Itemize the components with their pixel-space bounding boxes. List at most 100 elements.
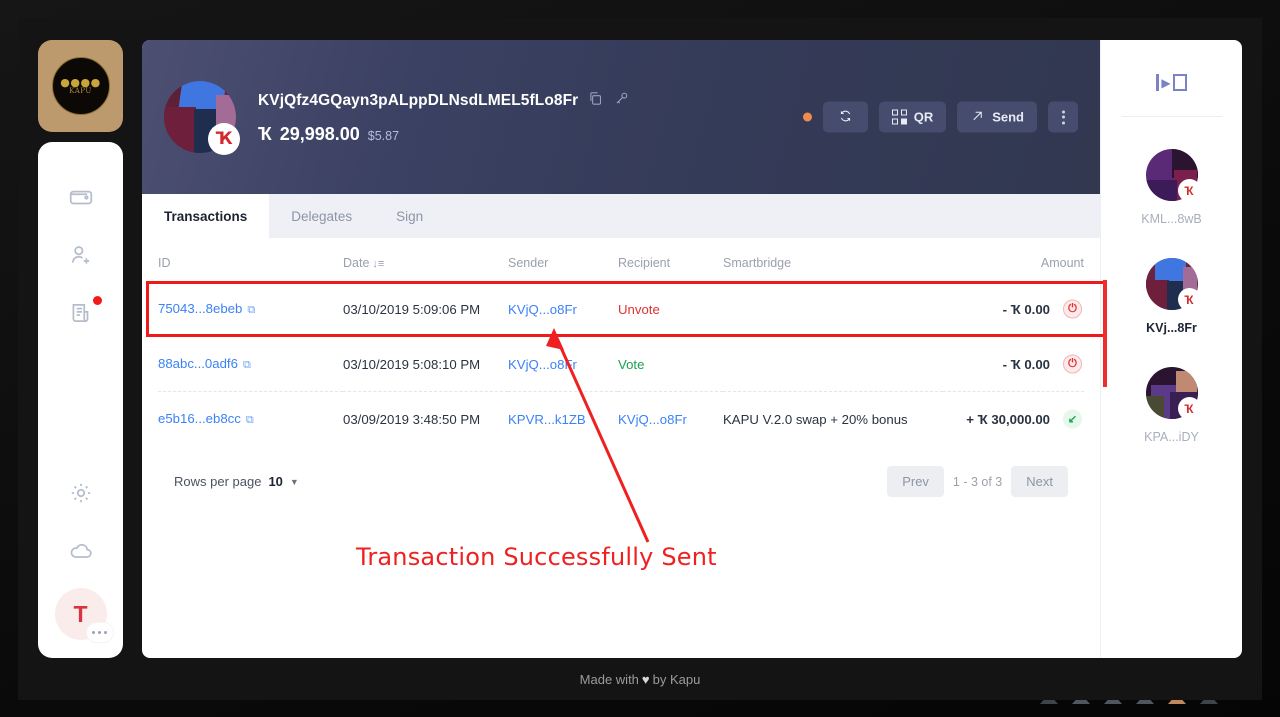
sidebar-item-settings[interactable] — [58, 472, 104, 518]
cell-sender[interactable]: KPVR...k1ZB — [508, 391, 618, 446]
column-header-sender[interactable]: Sender — [508, 238, 618, 282]
profile-initial: T — [73, 600, 88, 627]
sidebar-item-add-contact[interactable] — [58, 234, 104, 280]
cell-amount: - Ҡ 0.00 ⏻ — [943, 336, 1084, 392]
wallet-actions: QR Send — [803, 101, 1078, 133]
left-sidebar-panel: T — [38, 142, 123, 658]
cell-sender[interactable]: KVjQ...o8Fr — [508, 336, 618, 392]
qr-button-label: QR — [913, 109, 934, 125]
wallet-list-item-label: KPA...iDY — [1144, 430, 1199, 444]
rows-per-page-selector[interactable]: Rows per page 10 ▼ — [174, 474, 299, 489]
wallet-list-item[interactable]: Ҡ KPA...iDY — [1144, 367, 1201, 444]
annotation-vertical-line — [1103, 280, 1107, 387]
transaction-id: 75043...8ebeb — [158, 301, 243, 316]
status-indicator-dot — [803, 112, 813, 122]
table-row[interactable]: 88abc...0adf6 ⧉ 03/10/2019 5:08:10 PM KVj… — [158, 336, 1084, 392]
table-head: ID Date ↓≡ Sender Recipient Smartbridge A… — [158, 238, 1084, 282]
annotation-text: Transaction Successfully Sent — [356, 543, 717, 571]
transactions-table-wrapper: ID Date ↓≡ Sender Recipient Smartbridge A… — [142, 238, 1100, 497]
left-sidebar: ●●●● KAPU T — [38, 40, 123, 658]
avatar: Ҡ — [1145, 258, 1201, 311]
kapu-coin-badge-icon: Ҡ — [1177, 397, 1201, 420]
gear-icon — [68, 480, 94, 511]
column-header-date[interactable]: Date ↓≡ — [343, 238, 508, 282]
avatar: Ҡ — [1145, 149, 1201, 202]
column-header-smartbridge[interactable]: Smartbridge — [723, 238, 943, 282]
chevron-down-icon: ▼ — [289, 476, 299, 487]
app-window: ●●●● KAPU T Ҡ KVjQfz4GQayn3pALppDLNsdLME… — [18, 18, 1262, 700]
right-sidebar: ▶ Ҡ KML...8wB Ҡ KVj...8Fr Ҡ KPA...iDY — [1100, 40, 1242, 658]
send-button[interactable]: Send — [957, 101, 1037, 133]
external-link-icon[interactable]: ⧉ — [243, 359, 251, 371]
cell-sender[interactable]: KVjQ...o8Fr — [508, 282, 618, 337]
heart-icon: ♥ — [641, 671, 650, 687]
column-header-recipient[interactable]: Recipient — [618, 238, 723, 282]
cell-id[interactable]: 88abc...0adf6 ⧉ — [158, 336, 343, 392]
wallet-balance-row: Ҡ 29,998.00 $5.87 — [258, 124, 630, 145]
wallet-avatar: Ҡ — [164, 81, 240, 155]
tab-delegates[interactable]: Delegates — [269, 194, 374, 238]
wallet-balance-symbol: Ҡ — [258, 123, 272, 144]
copy-icon[interactable] — [587, 90, 604, 112]
send-button-label: Send — [992, 109, 1024, 125]
profile-avatar[interactable]: T — [54, 588, 113, 642]
collapse-sidebar-icon[interactable]: ▶ — [1156, 74, 1187, 91]
pagination-controls: Prev 1 - 3 of 3 Next — [887, 466, 1068, 497]
logo-subtext: KAPU — [69, 87, 92, 96]
external-link-icon[interactable]: ⧉ — [246, 414, 254, 426]
column-header-date-label: Date — [343, 256, 370, 270]
screen: ●●●● KAPU T Ҡ KVjQfz4GQayn3pALppDLNsdLME… — [0, 0, 1280, 717]
kapu-coin-badge-icon: Ҡ — [1177, 179, 1201, 202]
divider — [1121, 116, 1222, 117]
table-body: 75043...8ebeb ⧉ 03/10/2019 5:09:06 PM KVj… — [158, 282, 1084, 446]
next-page-button[interactable]: Next — [1011, 466, 1068, 497]
column-header-id[interactable]: ID — [158, 238, 343, 282]
cloud-icon — [68, 538, 94, 569]
sidebar-item-news[interactable] — [58, 292, 104, 338]
pagination-range: 1 - 3 of 3 — [952, 474, 1003, 489]
wallet-list-item[interactable]: Ҡ KVj...8Fr — [1145, 258, 1201, 335]
sidebar-item-wallets[interactable] — [58, 176, 104, 222]
cell-id[interactable]: 75043...8ebeb ⧉ — [158, 282, 343, 337]
cell-recipient[interactable]: KVjQ...o8Fr — [618, 391, 723, 446]
table-row[interactable]: 75043...8ebeb ⧉ 03/10/2019 5:09:06 PM KVj… — [158, 282, 1084, 337]
cell-recipient[interactable]: Unvote — [618, 282, 723, 337]
kapu-coin-badge-icon: Ҡ — [208, 123, 240, 155]
cell-recipient[interactable]: Vote — [618, 336, 723, 392]
wallet-list-item[interactable]: Ҡ KML...8wB — [1141, 149, 1202, 226]
qr-button[interactable]: QR — [879, 101, 947, 133]
footer-suffix: by Kapu — [652, 671, 701, 687]
cell-amount: + Ҡ 30,000.00 ↙ — [943, 391, 1084, 446]
cell-smartbridge — [723, 336, 944, 392]
footer-prefix: Made with — [579, 671, 639, 687]
document-icon — [68, 300, 94, 331]
cell-smartbridge: KAPU V.2.0 swap + 20% bonus — [723, 391, 944, 446]
qr-icon — [892, 109, 907, 125]
cell-id[interactable]: e5b16...eb8cc ⧉ — [158, 391, 343, 446]
refresh-icon — [838, 108, 853, 126]
wallet-info: KVjQfz4GQayn3pALppDLNsdLMEL5fLo8Fr Ҡ 29,… — [258, 90, 630, 145]
transaction-sent-icon: ⏻ — [1063, 354, 1082, 374]
table-header-row: ID Date ↓≡ Sender Recipient Smartbridge A… — [158, 238, 1084, 282]
send-arrow-icon — [970, 108, 985, 126]
app-logo[interactable]: ●●●● KAPU — [38, 40, 123, 132]
cell-date: 03/10/2019 5:09:06 PM — [343, 301, 481, 317]
amount-value: + Ҡ 30,000.00 — [966, 411, 1050, 427]
wallet-list-item-label: KML...8wB — [1141, 212, 1202, 226]
column-header-amount[interactable]: Amount — [943, 238, 1084, 282]
key-icon[interactable] — [613, 90, 630, 112]
more-options-button[interactable] — [1048, 101, 1078, 133]
app-footer: Made with ♥ by Kapu — [18, 658, 1262, 700]
cell-amount: - Ҡ 0.00 ⏻ — [943, 282, 1084, 337]
sort-desc-icon: ↓≡ — [372, 258, 385, 270]
prev-page-button[interactable]: Prev — [887, 466, 944, 497]
external-link-icon[interactable]: ⧉ — [247, 304, 255, 316]
sidebar-item-network[interactable] — [58, 530, 104, 576]
profile-more-icon[interactable] — [86, 623, 113, 642]
table-row[interactable]: e5b16...eb8cc ⧉ 03/09/2019 3:48:50 PM KPV… — [158, 391, 1084, 446]
amount-value: - Ҡ 0.00 — [1002, 301, 1050, 317]
tab-sign[interactable]: Sign — [374, 194, 445, 238]
refresh-button[interactable] — [823, 101, 869, 133]
tab-transactions[interactable]: Transactions — [142, 194, 270, 238]
wallet-icon — [68, 184, 94, 215]
